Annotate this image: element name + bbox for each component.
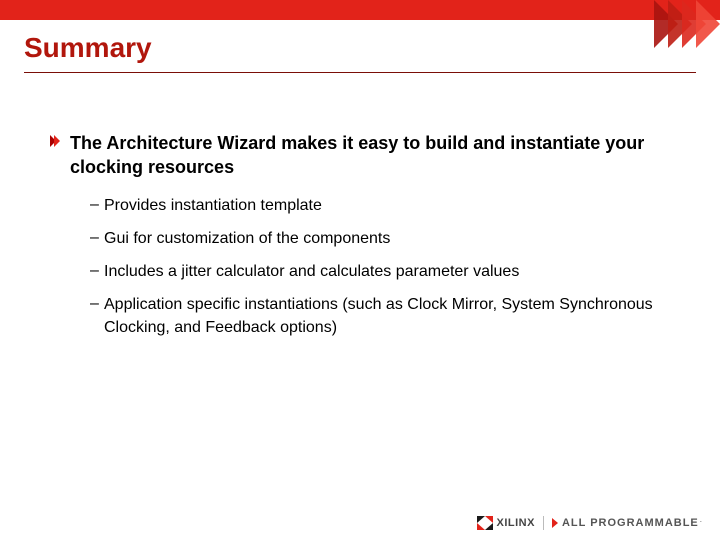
list-item: – Application specific instantiations (s… xyxy=(90,293,660,339)
dash-icon: – xyxy=(90,227,104,249)
dash-icon: – xyxy=(90,194,104,216)
corner-chevrons-icon xyxy=(654,0,720,48)
title-block: Summary xyxy=(0,20,720,79)
xilinx-logo: XILINX xyxy=(477,516,535,530)
sub-text: Application specific instantiations (suc… xyxy=(104,293,660,339)
sub-text: Gui for customization of the components xyxy=(104,227,390,250)
chevron-bullet-icon xyxy=(50,135,62,147)
header-bar xyxy=(0,0,720,20)
sub-text: Provides instantiation template xyxy=(104,194,322,217)
divider xyxy=(543,516,544,530)
tagline-chevron-icon xyxy=(552,518,558,528)
xilinx-mark-icon xyxy=(477,516,493,530)
tagline: ALL PROGRAMMABLE xyxy=(562,517,699,529)
lead-text: The Architecture Wizard makes it easy to… xyxy=(70,131,660,180)
list-item: – Gui for customization of the component… xyxy=(90,227,660,250)
sub-text: Includes a jitter calculator and calcula… xyxy=(104,260,519,283)
lead-bullet-row: The Architecture Wizard makes it easy to… xyxy=(50,131,660,180)
footer-branding: XILINX ALL PROGRAMMABLE . xyxy=(477,516,702,530)
title-rule xyxy=(24,72,696,73)
content-body: The Architecture Wizard makes it easy to… xyxy=(0,79,720,340)
sub-bullets: – Provides instantiation template – Gui … xyxy=(50,194,660,340)
brand-name: XILINX xyxy=(497,517,535,529)
list-item: – Provides instantiation template xyxy=(90,194,660,217)
slide-title: Summary xyxy=(24,32,696,64)
tagline-wrap: ALL PROGRAMMABLE . xyxy=(552,517,702,529)
dash-icon: – xyxy=(90,260,104,282)
slide: Summary The Architecture Wizard makes it… xyxy=(0,0,720,540)
tagline-dot: . xyxy=(700,515,702,524)
dash-icon: – xyxy=(90,293,104,315)
list-item: – Includes a jitter calculator and calcu… xyxy=(90,260,660,283)
